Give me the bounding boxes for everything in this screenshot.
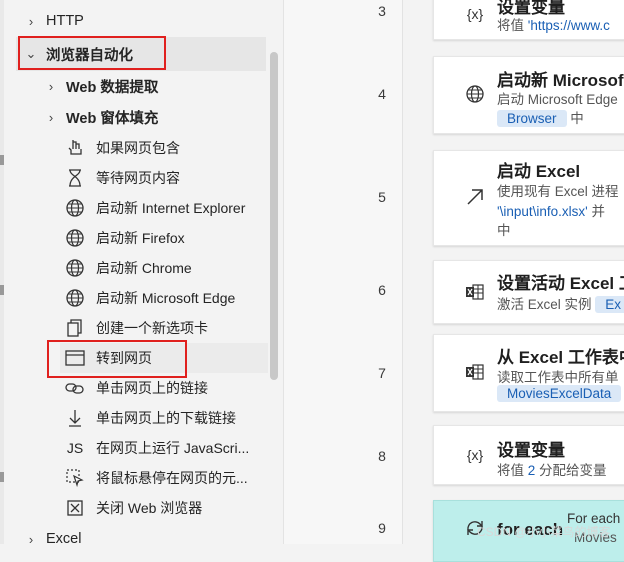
action-click-link[interactable]: 单击网页上的链接 xyxy=(62,374,208,402)
edge-marker xyxy=(0,472,4,482)
download-icon xyxy=(62,408,88,428)
flow-step-set-active-excel[interactable]: 设置活动 Excel 工 激活 Excel 实例 Ex xyxy=(433,260,624,324)
hourglass-icon xyxy=(62,168,88,188)
action-if-webpage-contains[interactable]: 如果网页包含 xyxy=(62,134,180,162)
step-title: 从 Excel 工作表中 xyxy=(497,348,624,367)
action-label: 将鼠标悬停在网页的元... xyxy=(96,470,248,486)
action-label: 单击网页上的链接 xyxy=(96,380,208,396)
action-launch-edge[interactable]: 启动新 Microsoft Edge xyxy=(62,284,235,312)
chevron-right-icon: › xyxy=(48,78,54,94)
chevron-right-icon: › xyxy=(48,109,54,125)
action-label: 启动新 Internet Explorer xyxy=(96,200,246,216)
link-icon xyxy=(62,378,88,398)
category-label: Excel xyxy=(46,531,82,547)
line-number: 4 xyxy=(378,86,386,102)
subcategory-label: Web 数据提取 xyxy=(66,79,159,96)
subcategory-web-form-filling[interactable]: › Web 窗体填充 xyxy=(42,103,159,131)
js-icon: JS xyxy=(66,440,84,456)
step-description: 使用现有 Excel 进程 xyxy=(497,184,619,199)
action-launch-chrome[interactable]: 启动新 Chrome xyxy=(62,254,192,282)
line-number: 6 xyxy=(378,282,386,298)
action-launch-firefox[interactable]: 启动新 Firefox xyxy=(62,224,185,252)
flow-step-read-excel[interactable]: 从 Excel 工作表中 读取工作表中所有单 MoviesExcelData xyxy=(433,334,624,412)
flow-step-set-variable[interactable]: {x} 设置变量 将值 'https://www.c xyxy=(433,0,624,40)
action-create-new-tab[interactable]: 创建一个新选项卡 xyxy=(62,314,208,342)
excel-icon xyxy=(464,361,486,383)
flow-step-set-variable-2[interactable]: {x} 设置变量 将值 2 分配给变量 xyxy=(433,425,624,485)
step-description: 将值 'https://www.c xyxy=(497,18,610,33)
step-description: 读取工作表中所有单 xyxy=(497,370,619,385)
action-label: 启动新 Microsoft Edge xyxy=(96,290,236,306)
pane-edge xyxy=(0,0,4,544)
hand-pointer-icon xyxy=(62,138,88,158)
line-number: 8 xyxy=(378,448,386,464)
line-number: 3 xyxy=(378,3,386,19)
flow-step-launch-edge[interactable]: 启动新 Microsof 启动 Microsoft Edge Browser 中 xyxy=(433,56,624,134)
action-hover-mouse[interactable]: 将鼠标悬停在网页的元... xyxy=(62,464,248,492)
actions-pane: › HTTP ⌄ 浏览器自动化 › Web 数据提取 › Web 窗体填充 如果… xyxy=(0,0,284,547)
step-title: 启动 Excel xyxy=(497,162,581,181)
globe-icon xyxy=(62,228,88,248)
watermark: CSDN @小小菜鸟的博客 xyxy=(477,525,611,539)
scrollbar-thumb[interactable] xyxy=(270,52,278,380)
flow-designer: 3 {x} 设置变量 将值 'https://www.c 4 启动新 Micro… xyxy=(284,0,624,562)
arrow-up-right-icon xyxy=(464,186,486,208)
step-description-2: '\input\info.xlsx' 并 xyxy=(497,204,605,219)
excel-icon xyxy=(464,281,486,303)
step-description-2: Browser 中 xyxy=(497,107,584,127)
action-label: 启动新 Firefox xyxy=(96,230,185,246)
action-close-browser[interactable]: 关闭 Web 浏览器 xyxy=(62,494,202,522)
step-description: 激活 Excel 实例 Ex xyxy=(497,293,624,313)
globe-icon xyxy=(62,198,88,218)
action-click-download-link[interactable]: 单击网页上的下载链接 xyxy=(62,404,236,432)
globe-icon xyxy=(62,258,88,278)
step-description-2: MoviesExcelData xyxy=(497,385,622,402)
line-number: 5 xyxy=(378,189,386,205)
edge-marker xyxy=(0,155,4,165)
flow-step-launch-excel[interactable]: 启动 Excel 使用现有 Excel 进程 '\input\info.xlsx… xyxy=(433,150,624,246)
step-description-3: 中 xyxy=(497,223,511,238)
step-description: 启动 Microsoft Edge xyxy=(497,92,618,107)
action-label: 创建一个新选项卡 xyxy=(96,320,208,336)
hover-icon xyxy=(62,468,88,488)
globe-icon xyxy=(62,288,88,308)
action-run-javascript[interactable]: JS 在网页上运行 JavaScri... xyxy=(62,434,249,462)
action-wait-for-webpage-content[interactable]: 等待网页内容 xyxy=(62,164,180,192)
highlight-box-action xyxy=(47,340,187,378)
step-description: 将值 2 分配给变量 xyxy=(497,463,607,478)
step-title: 设置变量 xyxy=(497,441,565,460)
line-number: 9 xyxy=(378,520,386,536)
category-excel[interactable]: › Excel xyxy=(22,525,82,553)
highlight-box-category xyxy=(18,36,166,70)
variable-icon: {x} xyxy=(466,6,484,22)
chevron-right-icon: › xyxy=(28,13,34,29)
action-launch-ie[interactable]: 启动新 Internet Explorer xyxy=(62,194,245,222)
action-label: 如果网页包含 xyxy=(96,140,180,156)
action-label: 等待网页内容 xyxy=(96,170,180,186)
variable-icon: {x} xyxy=(466,447,484,463)
new-tab-icon xyxy=(62,318,88,338)
subcategory-label: Web 窗体填充 xyxy=(66,110,159,127)
close-browser-icon xyxy=(62,498,88,518)
category-http[interactable]: › HTTP xyxy=(22,7,84,35)
line-number: 7 xyxy=(378,365,386,381)
chevron-right-icon: › xyxy=(28,531,34,547)
action-label: 单击网页上的下载链接 xyxy=(96,410,236,426)
subcategory-web-data-extraction[interactable]: › Web 数据提取 xyxy=(42,72,159,100)
category-label: HTTP xyxy=(46,13,84,29)
action-label: 关闭 Web 浏览器 xyxy=(96,500,203,516)
step-title: 设置活动 Excel 工 xyxy=(497,274,624,293)
action-label: 在网页上运行 JavaScri... xyxy=(96,440,250,456)
edge-marker xyxy=(0,285,4,295)
globe-icon xyxy=(464,83,486,105)
action-label: 启动新 Chrome xyxy=(96,260,192,276)
